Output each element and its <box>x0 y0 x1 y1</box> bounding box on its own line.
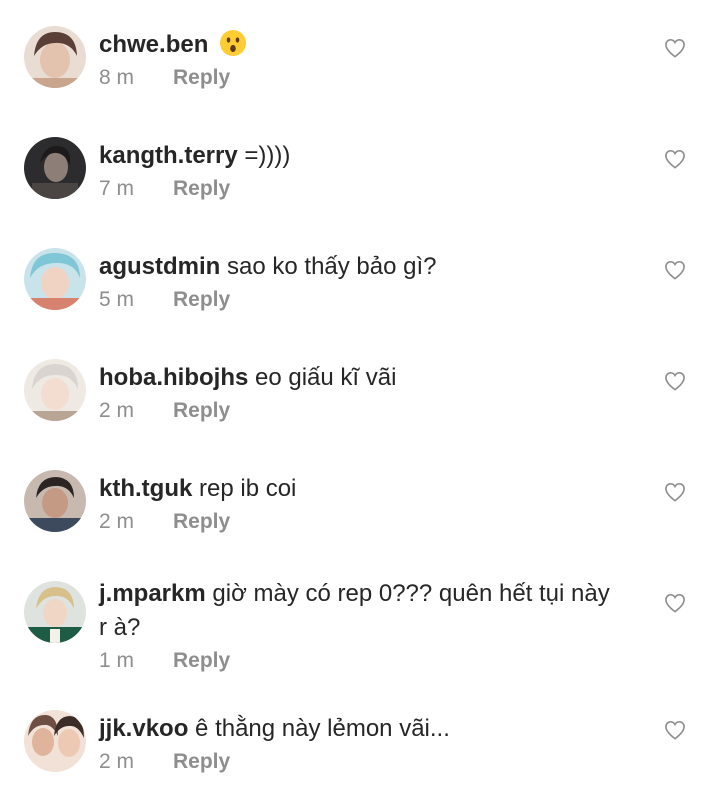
reply-button[interactable]: Reply <box>173 750 230 773</box>
avatar-image <box>24 581 86 643</box>
comment-message: ê thằng này lẻmon vãi... <box>195 715 450 742</box>
timestamp: 5 m <box>99 288 135 311</box>
username[interactable]: chwe.ben <box>99 31 208 58</box>
reply-button[interactable]: Reply <box>173 177 230 200</box>
username[interactable]: kth.tguk <box>99 475 192 502</box>
comment-message: =)))) <box>244 142 291 169</box>
username[interactable]: jjk.vkoo <box>99 715 188 742</box>
comment-body: j.mparkm giờ mày có rep 0??? quên hết tụ… <box>99 577 619 677</box>
comment-meta: 5 m Reply <box>99 284 619 316</box>
avatar-image <box>24 359 86 421</box>
comment-text: hoba.hibojhs eo giấu kĩ vãi <box>99 361 619 395</box>
reply-button[interactable]: Reply <box>173 649 230 672</box>
avatar[interactable] <box>24 581 86 643</box>
comment-text: kangth.terry =)))) <box>99 139 619 173</box>
comment-message: eo giấu kĩ vãi <box>255 364 397 391</box>
timestamp: 7 m <box>99 177 135 200</box>
comment-meta: 2 m Reply <box>99 506 619 538</box>
heart-outline-icon[interactable] <box>664 482 686 502</box>
avatar[interactable] <box>24 248 86 310</box>
reply-button[interactable]: Reply <box>173 510 230 533</box>
reply-button[interactable]: Reply <box>173 66 230 89</box>
avatar[interactable] <box>24 359 86 421</box>
comment-text: j.mparkm giờ mày có rep 0??? quên hết tụ… <box>99 577 619 645</box>
comment-body: agustdmin sao ko thấy bảo gì? 5 m Reply <box>99 250 619 316</box>
timestamp: 8 m <box>99 66 135 89</box>
timestamp: 2 m <box>99 399 135 422</box>
username[interactable]: agustdmin <box>99 253 220 280</box>
comment-text: jjk.vkoo ê thằng này lẻmon vãi... <box>99 712 619 746</box>
avatar-image <box>24 137 86 199</box>
comment-text: chwe.ben <box>99 28 619 62</box>
comment-meta: 2 m Reply <box>99 395 619 427</box>
timestamp: 1 m <box>99 649 135 672</box>
username[interactable]: kangth.terry <box>99 142 238 169</box>
reply-button[interactable]: Reply <box>173 399 230 422</box>
heart-outline-icon[interactable] <box>664 371 686 391</box>
comment-body: kth.tguk rep ib coi 2 m Reply <box>99 472 619 538</box>
comment-body: hoba.hibojhs eo giấu kĩ vãi 2 m Reply <box>99 361 619 427</box>
avatar[interactable] <box>24 470 86 532</box>
comment-message: sao ko thấy bảo gì? <box>227 253 437 280</box>
comment-meta: 8 m Reply <box>99 62 619 94</box>
comment-body: chwe.ben 8 m Reply <box>99 28 619 94</box>
timestamp: 2 m <box>99 750 135 773</box>
username[interactable]: j.mparkm <box>99 580 206 607</box>
username[interactable]: hoba.hibojhs <box>99 364 248 391</box>
heart-outline-icon[interactable] <box>664 149 686 169</box>
avatar-image <box>24 710 86 772</box>
heart-outline-icon[interactable] <box>664 260 686 280</box>
comment-message: rep ib coi <box>199 475 297 502</box>
avatar-image <box>24 470 86 532</box>
comment-meta: 2 m Reply <box>99 746 619 778</box>
comment-meta: 1 m Reply <box>99 645 619 677</box>
heart-outline-icon[interactable] <box>664 593 686 613</box>
comment-body: kangth.terry =)))) 7 m Reply <box>99 139 619 205</box>
comment-text: agustdmin sao ko thấy bảo gì? <box>99 250 619 284</box>
avatar[interactable] <box>24 710 86 772</box>
avatar-image <box>24 26 86 88</box>
comment-body: jjk.vkoo ê thằng này lẻmon vãi... 2 m Rep… <box>99 712 619 778</box>
avatar[interactable] <box>24 26 86 88</box>
heart-outline-icon[interactable] <box>664 38 686 58</box>
hushed-face-emoji <box>219 29 247 57</box>
avatar[interactable] <box>24 137 86 199</box>
avatar-image <box>24 248 86 310</box>
comment-meta: 7 m Reply <box>99 173 619 205</box>
heart-outline-icon[interactable] <box>664 720 686 740</box>
reply-button[interactable]: Reply <box>173 288 230 311</box>
timestamp: 2 m <box>99 510 135 533</box>
comment-text: kth.tguk rep ib coi <box>99 472 619 506</box>
